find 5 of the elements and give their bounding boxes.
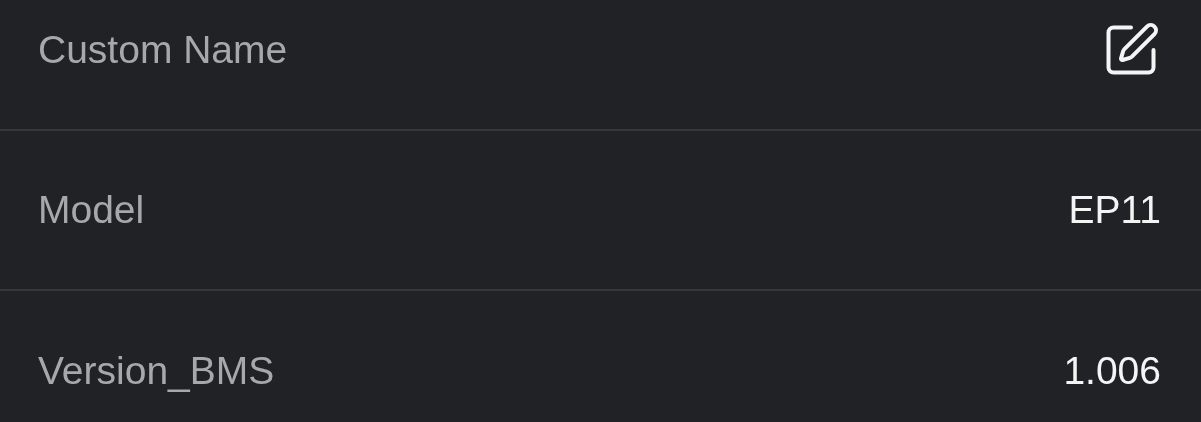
row-value: 1.006 <box>1063 349 1161 393</box>
row-label: Version_BMS <box>38 349 275 393</box>
row-label: Custom Name <box>38 28 288 72</box>
row-value: EP11 <box>1068 188 1161 232</box>
row-label: Model <box>38 188 145 232</box>
